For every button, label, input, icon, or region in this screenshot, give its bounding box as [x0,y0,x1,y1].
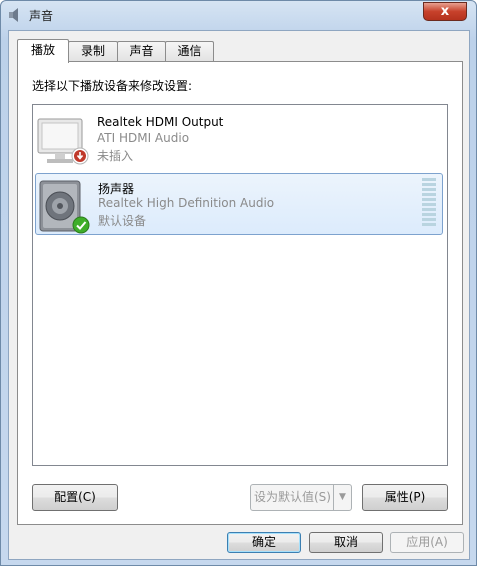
window-title: 声音 [29,9,54,23]
title-bar[interactable]: 声音 x [1,1,476,29]
configure-button[interactable]: 配置(C) [32,484,118,511]
properties-button[interactable]: 属性(P) [362,484,448,511]
device-name: 扬声器 [98,182,135,196]
tab-playback[interactable]: 播放 [17,39,69,63]
apply-button[interactable]: 应用(A) [390,532,464,553]
instruction-text: 选择以下播放设备来修改设置: [32,79,193,93]
device-driver: Realtek High Definition Audio [98,196,275,210]
close-icon: x [440,4,450,19]
dialog-client-area: 播放 录制 声音 通信 选择以下播放设备来修改设置: Realtek HDMI … [8,30,470,560]
ok-button[interactable]: 确定 [227,532,301,553]
tab-communications[interactable]: 通信 [165,41,214,61]
speaker-app-icon [9,8,18,22]
tab-recording[interactable]: 录制 [68,41,118,61]
device-name: Realtek HDMI Output [97,115,224,129]
close-button[interactable]: x [423,2,467,21]
volume-level-meter [422,178,436,228]
device-status: 未插入 [97,149,134,163]
cancel-button[interactable]: 取消 [309,532,383,553]
set-default-label: 设为默认值(S) [254,490,331,504]
playback-panel: 选择以下播放设备来修改设置: Realtek HDMI Output ATI H… [17,61,463,525]
tab-sounds[interactable]: 声音 [117,41,166,61]
sound-dialog-window: 声音 x 播放 录制 声音 通信 选择以下播放设备来修改设置: Realtek … [0,0,477,566]
device-status: 默认设备 [98,214,147,228]
device-list: Realtek HDMI Output ATI HDMI Audio 未插入 扬… [32,104,448,466]
device-driver: ATI HDMI Audio [97,131,190,145]
device-item-speakers[interactable]: 扬声器 Realtek High Definition Audio 默认设备 [35,173,443,235]
device-item-hdmi[interactable]: Realtek HDMI Output ATI HDMI Audio 未插入 [35,109,443,171]
default-check-icon [72,216,90,234]
chevron-down-icon[interactable]: ▼ [333,485,351,510]
set-default-button[interactable]: 设为默认值(S) ▼ [250,484,352,511]
unplugged-badge-icon [71,147,89,165]
